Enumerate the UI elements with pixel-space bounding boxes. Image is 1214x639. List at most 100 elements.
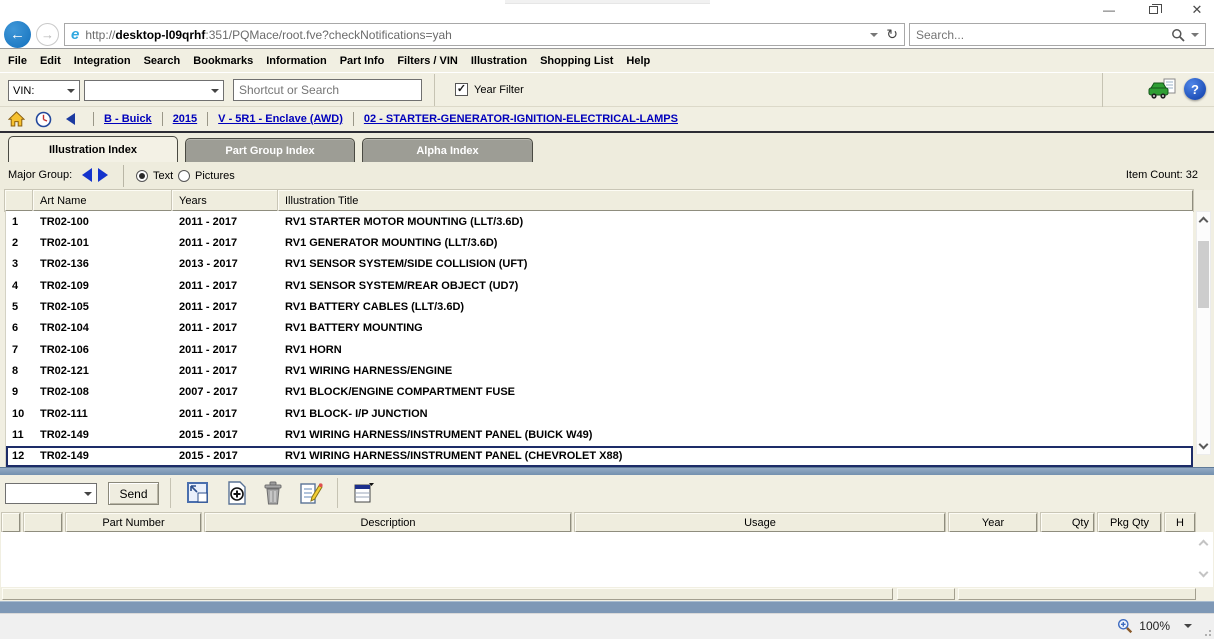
- table-row[interactable]: 5 TR02-105 2011 - 2017 RV1 BATTERY CABLE…: [6, 296, 1193, 317]
- table-row[interactable]: 10 TR02-111 2011 - 2017 RV1 BLOCK- I/P J…: [6, 403, 1193, 424]
- parts-column-header[interactable]: [24, 513, 62, 532]
- column-header-art-name[interactable]: Art Name: [33, 190, 172, 211]
- menu-item[interactable]: Bookmarks: [193, 55, 253, 67]
- parts-column-header[interactable]: Usage: [575, 513, 945, 532]
- breadcrumb-link[interactable]: 02 - STARTER-GENERATOR-IGNITION-ELECTRIC…: [364, 113, 678, 125]
- table-row[interactable]: 6 TR02-104 2011 - 2017 RV1 BATTERY MOUNT…: [6, 318, 1193, 339]
- vehicle-select[interactable]: [84, 80, 224, 101]
- refresh-icon[interactable]: ↻: [886, 26, 898, 43]
- vehicle-report-icon[interactable]: [1148, 78, 1178, 102]
- parts-column-header[interactable]: Year: [949, 513, 1037, 532]
- vertical-scrollbar[interactable]: [1196, 211, 1211, 455]
- menu-item[interactable]: Illustration: [471, 55, 527, 67]
- row-number: 2: [6, 237, 34, 249]
- home-icon[interactable]: [8, 111, 25, 127]
- minimize-button[interactable]: —: [1100, 3, 1118, 17]
- panel-splitter[interactable]: [0, 467, 1214, 475]
- row-years: 2011 - 2017: [173, 322, 279, 334]
- table-row[interactable]: 11 TR02-149 2015 - 2017 RV1 WIRING HARNE…: [6, 424, 1193, 445]
- autocomplete-dropdown-icon[interactable]: [870, 33, 878, 37]
- menu-item[interactable]: Part Info: [340, 55, 385, 67]
- breadcrumb-link[interactable]: 2015: [173, 113, 197, 125]
- table-row[interactable]: 4 TR02-109 2011 - 2017 RV1 SENSOR SYSTEM…: [6, 275, 1193, 296]
- zoom-dropdown-icon[interactable]: [1184, 624, 1192, 628]
- zoom-control[interactable]: 100%: [1117, 618, 1192, 634]
- radio-text-label[interactable]: Text: [153, 170, 173, 182]
- radio-text[interactable]: [136, 170, 148, 182]
- row-number: 12: [6, 450, 34, 462]
- parts-table-header: Part NumberDescriptionUsageYearQtyPkg Qt…: [2, 513, 1212, 532]
- tab-illustration-index[interactable]: Illustration Index: [8, 136, 178, 162]
- url-text: http://desktop-l09qrhf:351/PQMace/root.f…: [85, 28, 870, 42]
- menu-item[interactable]: Filters / VIN: [397, 55, 458, 67]
- send-target-select[interactable]: [5, 483, 97, 504]
- restore-button[interactable]: [1144, 3, 1162, 17]
- close-button[interactable]: ✕: [1188, 3, 1206, 17]
- add-item-icon[interactable]: [226, 481, 248, 505]
- year-filter-checkbox[interactable]: ✓: [455, 83, 468, 96]
- column-header-years[interactable]: Years: [172, 190, 278, 211]
- table-row[interactable]: 8 TR02-121 2011 - 2017 RV1 WIRING HARNES…: [6, 360, 1193, 381]
- scroll-down-icon[interactable]: [1199, 440, 1209, 450]
- radio-pictures-label[interactable]: Pictures: [195, 170, 235, 182]
- chevron-down-icon: [211, 89, 219, 93]
- breadcrumb-link[interactable]: V - 5R1 - Enclave (AWD): [218, 113, 343, 125]
- scrollbar-thumb[interactable]: [1198, 241, 1209, 308]
- vin-select[interactable]: VIN:: [8, 80, 80, 101]
- parts-column-header[interactable]: H: [1165, 513, 1195, 532]
- scroll-up-icon[interactable]: [1199, 217, 1209, 227]
- column-header-illustration-title[interactable]: Illustration Title: [278, 190, 1193, 211]
- table-row[interactable]: 3 TR02-136 2013 - 2017 RV1 SENSOR SYSTEM…: [6, 254, 1193, 275]
- parts-column-header[interactable]: Qty: [1041, 513, 1094, 532]
- menu-item[interactable]: File: [8, 55, 27, 67]
- edit-notes-icon[interactable]: [299, 481, 323, 505]
- resize-grip[interactable]: [1203, 628, 1211, 636]
- row-art-name: TR02-105: [34, 301, 173, 313]
- pqmace-window: { "window": { "minimize_glyph": "—", "cl…: [0, 0, 1214, 639]
- menu-item[interactable]: Help: [626, 55, 650, 67]
- table-row[interactable]: 12 TR02-149 2015 - 2017 RV1 WIRING HARNE…: [6, 446, 1193, 467]
- send-button[interactable]: Send: [108, 482, 159, 505]
- browser-search-box[interactable]: [909, 23, 1206, 46]
- major-group-next-icon[interactable]: [98, 168, 108, 182]
- table-row[interactable]: 9 TR02-108 2007 - 2017 RV1 BLOCK/ENGINE …: [6, 382, 1193, 403]
- table-row[interactable]: 7 TR02-106 2011 - 2017 RV1 HORN: [6, 339, 1193, 360]
- shortcut-search-input[interactable]: [233, 79, 422, 101]
- breadcrumb-link[interactable]: B - Buick: [104, 113, 152, 125]
- search-icon[interactable]: [1171, 28, 1185, 42]
- back-button[interactable]: ←: [4, 21, 31, 48]
- radio-pictures[interactable]: [178, 170, 190, 182]
- address-bar[interactable]: e http://desktop-l09qrhf:351/PQMace/root…: [64, 23, 905, 46]
- column-header-blank[interactable]: [5, 190, 33, 211]
- parts-column-header[interactable]: Pkg Qty: [1098, 513, 1161, 532]
- search-input[interactable]: [916, 28, 1171, 42]
- resize-view-icon[interactable]: [186, 481, 210, 505]
- tab-part-group-index[interactable]: Part Group Index: [185, 138, 355, 162]
- help-icon[interactable]: ?: [1184, 78, 1206, 100]
- restore-icon: [1149, 6, 1158, 14]
- parts-column-header[interactable]: Description: [205, 513, 571, 532]
- table-row[interactable]: 2 TR02-101 2011 - 2017 RV1 GENERATOR MOU…: [6, 232, 1193, 253]
- parts-column-header[interactable]: Part Number: [66, 513, 201, 532]
- delete-trash-icon[interactable]: [263, 481, 283, 505]
- row-title: RV1 BLOCK/ENGINE COMPARTMENT FUSE: [279, 386, 1193, 398]
- table-view-icon[interactable]: [352, 481, 376, 505]
- row-number: 8: [6, 365, 34, 377]
- history-clock-icon[interactable]: [35, 111, 52, 128]
- illustration-table-header: Art Name Years Illustration Title: [5, 190, 1193, 211]
- row-number: 9: [6, 386, 34, 398]
- table-row[interactable]: 1 TR02-100 2011 - 2017 RV1 STARTER MOTOR…: [6, 211, 1193, 232]
- tab-alpha-index[interactable]: Alpha Index: [362, 138, 533, 162]
- menu-item[interactable]: Edit: [40, 55, 61, 67]
- menu-item[interactable]: Integration: [74, 55, 131, 67]
- search-provider-dropdown-icon[interactable]: [1191, 33, 1199, 37]
- major-group-previous-icon[interactable]: [82, 168, 92, 182]
- toolbar-divider: [434, 74, 435, 106]
- forward-button[interactable]: →: [36, 23, 59, 46]
- navigate-back-icon[interactable]: [66, 113, 75, 125]
- status-segment: [2, 588, 893, 600]
- menu-item[interactable]: Search: [144, 55, 181, 67]
- menu-item[interactable]: Shopping List: [540, 55, 613, 67]
- parts-column-header[interactable]: [2, 513, 20, 532]
- menu-item[interactable]: Information: [266, 55, 327, 67]
